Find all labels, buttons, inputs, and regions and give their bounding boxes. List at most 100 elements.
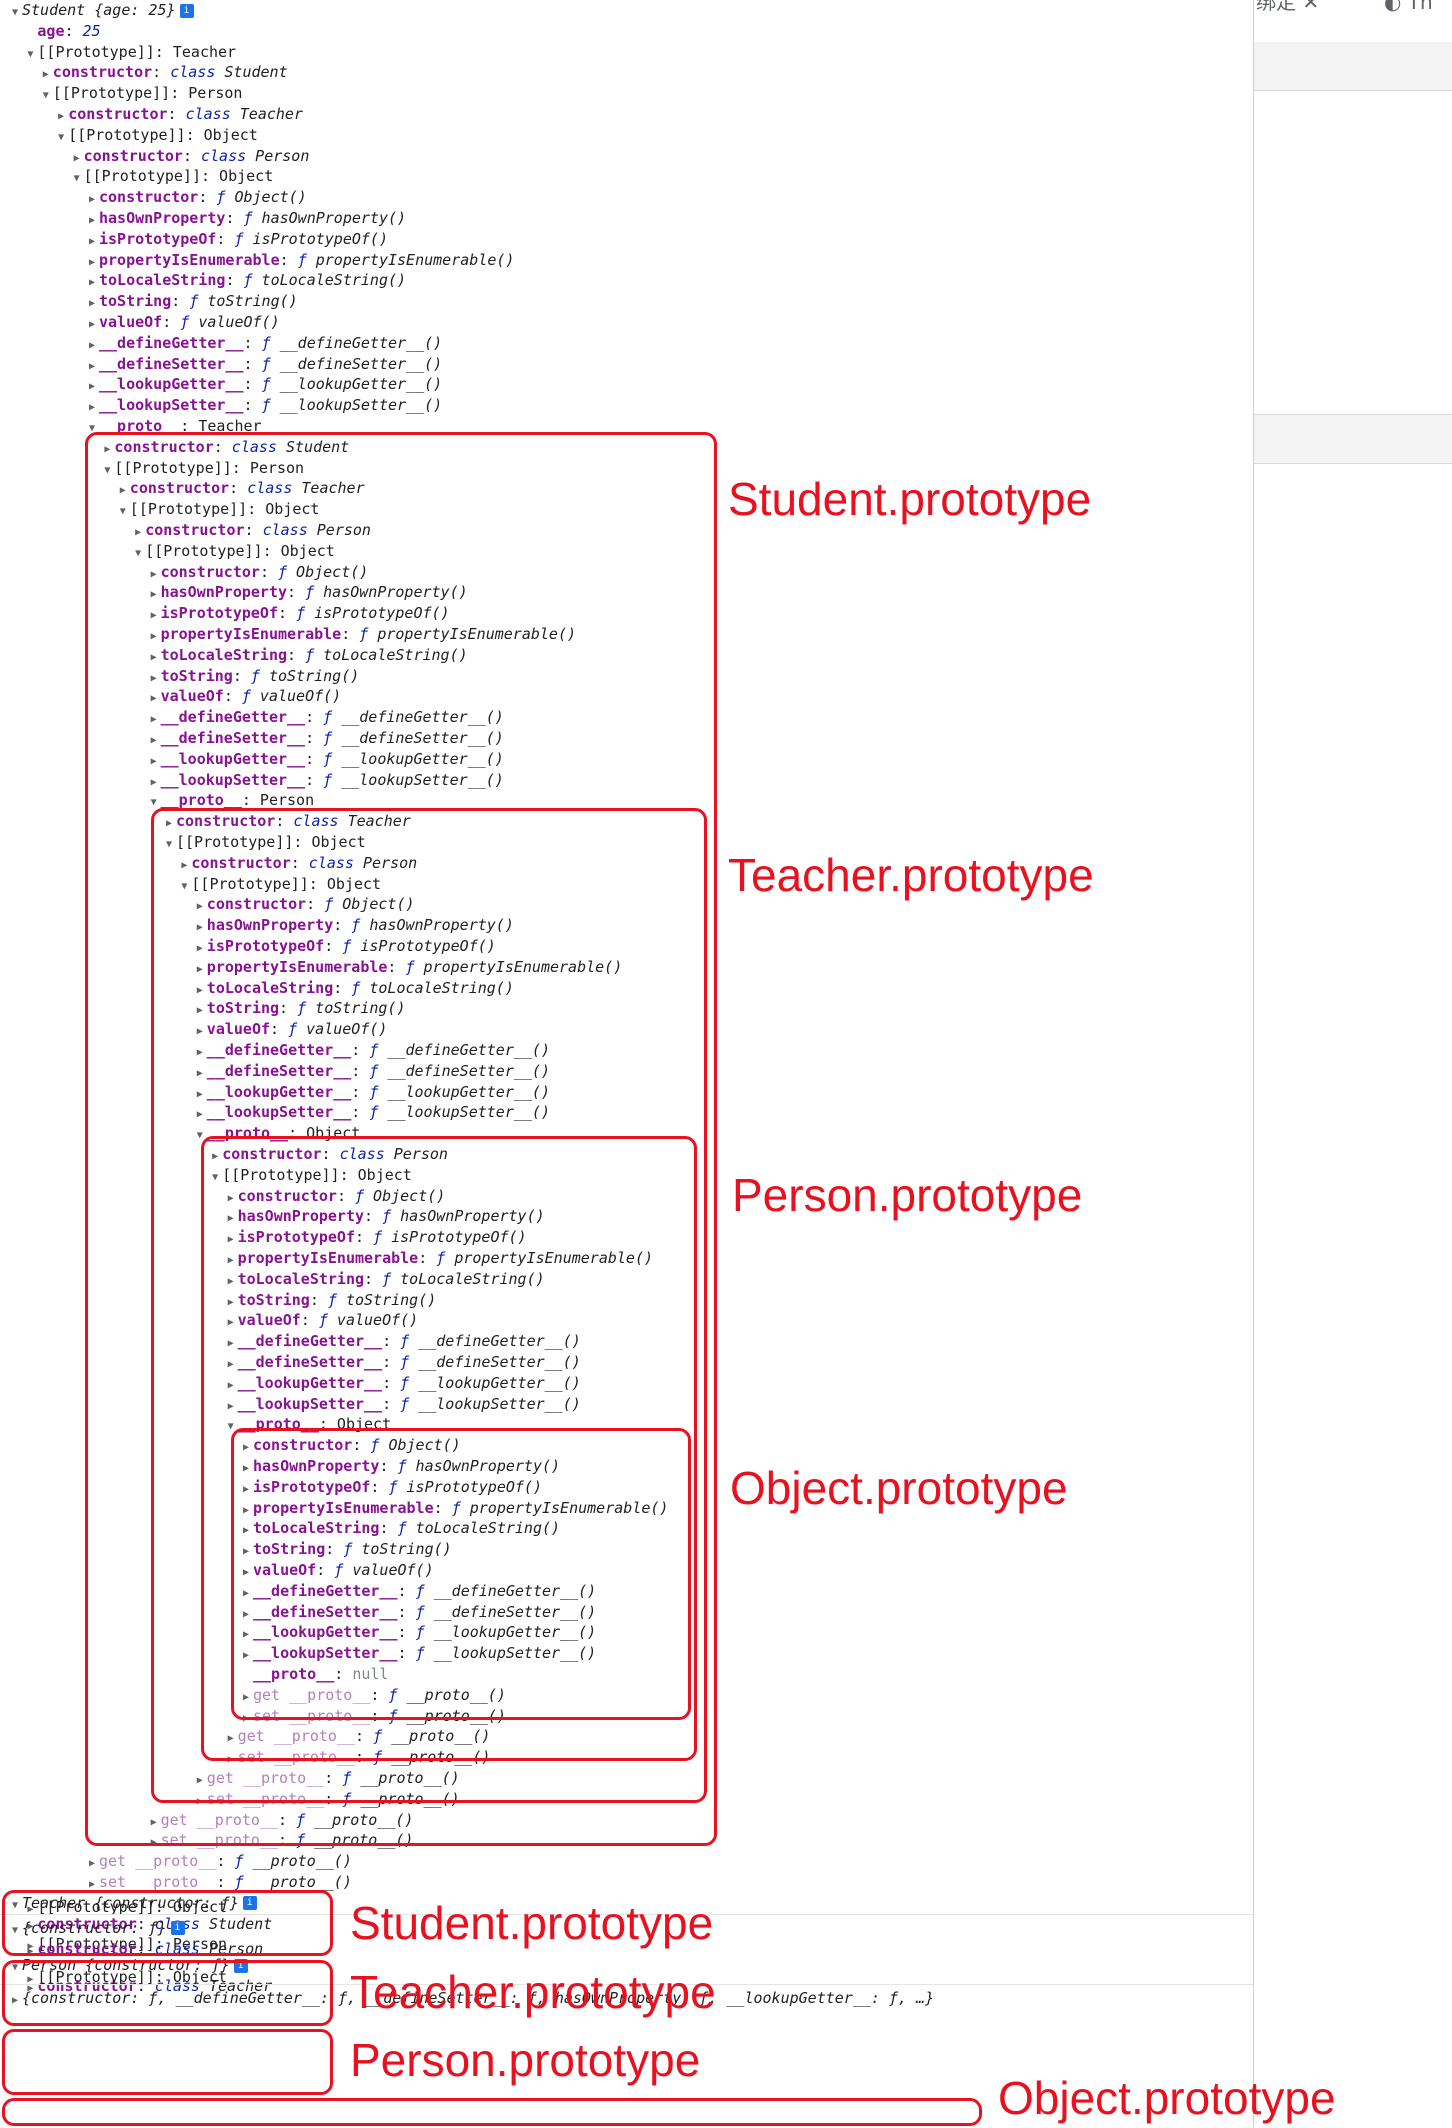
console-tree-row[interactable]: ▶ constructor: class Person bbox=[70, 146, 310, 166]
annotation-box-object-prototype bbox=[231, 1428, 691, 1720]
tree-text: : bbox=[152, 63, 171, 82]
value-text: toString() bbox=[198, 292, 298, 311]
property-key: __lookupGetter__ bbox=[99, 375, 244, 394]
tree-text: : bbox=[64, 21, 83, 40]
info-icon[interactable]: i bbox=[179, 3, 194, 18]
expanded-triangle-icon[interactable]: ▼ bbox=[54, 128, 68, 148]
console-tree-row[interactable]: ▶ isPrototypeOf: ƒ isPrototypeOf() bbox=[85, 229, 388, 249]
value-text: Student bbox=[215, 63, 288, 82]
console-tree-row[interactable]: ▼ [[Prototype]]: Teacher bbox=[23, 42, 236, 62]
property-key: constructor bbox=[99, 188, 199, 207]
value-keyword: ƒ bbox=[261, 354, 271, 373]
console-log-entry[interactable]: ▼ Student {age: 25} i bbox=[8, 0, 194, 20]
value-keyword: ƒ bbox=[261, 333, 271, 352]
tree-text: [[Prototype]]: Teacher bbox=[37, 42, 237, 61]
property-key: valueOf bbox=[99, 313, 163, 331]
property-key: constructor bbox=[68, 105, 168, 123]
console-tree-row[interactable]: ▼ [[Prototype]]: Object bbox=[70, 166, 274, 186]
property-key: isPrototypeOf bbox=[99, 229, 217, 248]
annotation-label-object-prototype: Object.prototype bbox=[730, 1462, 1068, 1514]
value-text: __lookupSetter__() bbox=[270, 396, 443, 415]
expanded-triangle-icon[interactable]: ▼ bbox=[39, 86, 53, 106]
side-panel-tab-label[interactable]: 绑定 ✕ bbox=[1256, 0, 1319, 12]
value-text: Person bbox=[246, 146, 310, 165]
value-text: toLocaleString() bbox=[252, 271, 407, 290]
property-key: constructor bbox=[52, 63, 153, 82]
console-tree-row[interactable]: ▶ get __proto__: ƒ __proto__() bbox=[85, 1851, 352, 1871]
annotation-label-teacher-prototype: Teacher.prototype bbox=[728, 849, 1094, 901]
value-text: __proto__() bbox=[243, 1873, 352, 1891]
console-tree-row[interactable]: ▶ constructor: ƒ Object() bbox=[85, 187, 307, 207]
annotation-label-person-prototype-log: Person.prototype bbox=[350, 2034, 701, 2086]
tree-text: : bbox=[198, 188, 217, 207]
tree-text: : bbox=[225, 209, 244, 227]
expanded-triangle-icon[interactable]: ▼ bbox=[70, 169, 84, 189]
console-tree-row[interactable]: ▶ set __proto__: ƒ __proto__() bbox=[85, 1872, 352, 1892]
console-tree-row[interactable]: ▶ hasOwnProperty: ƒ hasOwnProperty() bbox=[85, 208, 406, 228]
tree-text: : bbox=[216, 229, 235, 248]
value-keyword: ƒ bbox=[297, 250, 307, 269]
value-text: Object() bbox=[225, 188, 307, 207]
tree-text: : bbox=[216, 1852, 235, 1871]
value-keyword: ƒ bbox=[234, 1852, 244, 1871]
value-text: Teacher bbox=[230, 105, 303, 123]
tree-text: : bbox=[216, 1873, 235, 1891]
tree-text: [[Prototype]]: Object bbox=[68, 125, 258, 144]
value-keyword: ƒ bbox=[189, 292, 199, 311]
console-tree-row[interactable]: ▶ toLocaleString: ƒ toLocaleString() bbox=[85, 270, 406, 290]
value-keyword: ƒ bbox=[261, 396, 271, 415]
value-text: valueOf() bbox=[189, 313, 280, 331]
tree-text: : bbox=[162, 313, 181, 331]
property-key: __lookupSetter__ bbox=[99, 396, 244, 415]
property-key: age bbox=[37, 21, 65, 40]
value-keyword: class bbox=[185, 105, 231, 123]
value-keyword: ƒ bbox=[180, 313, 190, 331]
side-panel-section-header bbox=[1254, 414, 1452, 464]
console-tree-row[interactable]: ▶ __defineGetter__: ƒ __defineGetter__() bbox=[85, 333, 442, 353]
annotation-box-teacher-prototype-log bbox=[2, 1960, 333, 2026]
tree-text: : bbox=[279, 250, 298, 269]
expanded-triangle-icon[interactable]: ▼ bbox=[23, 45, 37, 65]
tree-text: : bbox=[225, 271, 244, 290]
value-keyword: ƒ bbox=[234, 229, 244, 248]
console-tree-row[interactable]: ▶ constructor: class Teacher bbox=[54, 104, 303, 124]
console-tree-row[interactable]: ▶ __lookupSetter__: ƒ __lookupSetter__() bbox=[85, 395, 442, 415]
tree-text: : bbox=[182, 146, 201, 165]
tree-text: : bbox=[243, 333, 262, 352]
property-key: set __proto__ bbox=[99, 1873, 217, 1891]
console-tree-row[interactable]: ▶ propertyIsEnumerable: ƒ propertyIsEnume… bbox=[85, 250, 514, 270]
theme-icon[interactable]: ◐ Th bbox=[1384, 0, 1433, 12]
value-keyword: class bbox=[201, 146, 247, 165]
expanded-triangle-icon[interactable]: ▼ bbox=[8, 3, 22, 23]
annotation-label-person-prototype: Person.prototype bbox=[732, 1169, 1083, 1221]
value-text: __proto__() bbox=[243, 1852, 352, 1871]
value-text: hasOwnProperty() bbox=[252, 209, 407, 227]
value-keyword: ƒ bbox=[243, 271, 253, 290]
property-key: __defineGetter__ bbox=[99, 333, 244, 352]
console-tree-row[interactable]: ▶constructor: class Student bbox=[39, 62, 288, 82]
tree-text: : bbox=[243, 396, 262, 415]
tree-text: : bbox=[243, 354, 262, 373]
value-keyword: ƒ bbox=[234, 1873, 244, 1891]
devtools-side-panel: 绑定 ✕ ◐ Th bbox=[1253, 0, 1452, 2128]
value-keyword: ƒ bbox=[261, 375, 271, 394]
console-tree-row[interactable]: ▶ valueOf: ƒ valueOf() bbox=[85, 312, 280, 332]
tree-text: [[Prototype]]: Object bbox=[83, 167, 274, 186]
console-tree-row[interactable]: ▶ __lookupGetter__: ƒ __lookupGetter__() bbox=[85, 374, 442, 394]
value-text: __defineGetter__() bbox=[270, 333, 443, 352]
tree-text: : bbox=[171, 292, 190, 311]
console-tree-row[interactable]: ▼ [[Prototype]]: Person bbox=[39, 83, 243, 103]
console-tree-row[interactable]: ▶ __defineSetter__: ƒ __defineSetter__() bbox=[85, 354, 442, 374]
value-text: Student {age: 25} bbox=[22, 1, 176, 19]
tree-text: : bbox=[243, 375, 262, 394]
property-key: hasOwnProperty bbox=[99, 209, 226, 227]
value-keyword: 25 bbox=[82, 21, 101, 40]
value-keyword: class bbox=[170, 63, 216, 82]
annotation-box-student-prototype-log bbox=[2, 1890, 333, 1956]
value-keyword: ƒ bbox=[243, 209, 253, 227]
annotation-label-student-prototype: Student.prototype bbox=[728, 473, 1092, 525]
console-tree-row[interactable]: ▼ [[Prototype]]: Object bbox=[54, 125, 258, 145]
console-tree-row: age: 25 bbox=[23, 21, 100, 41]
value-text: __lookupGetter__() bbox=[270, 375, 443, 394]
console-tree-row[interactable]: ▶ toString: ƒ toString() bbox=[85, 291, 298, 311]
